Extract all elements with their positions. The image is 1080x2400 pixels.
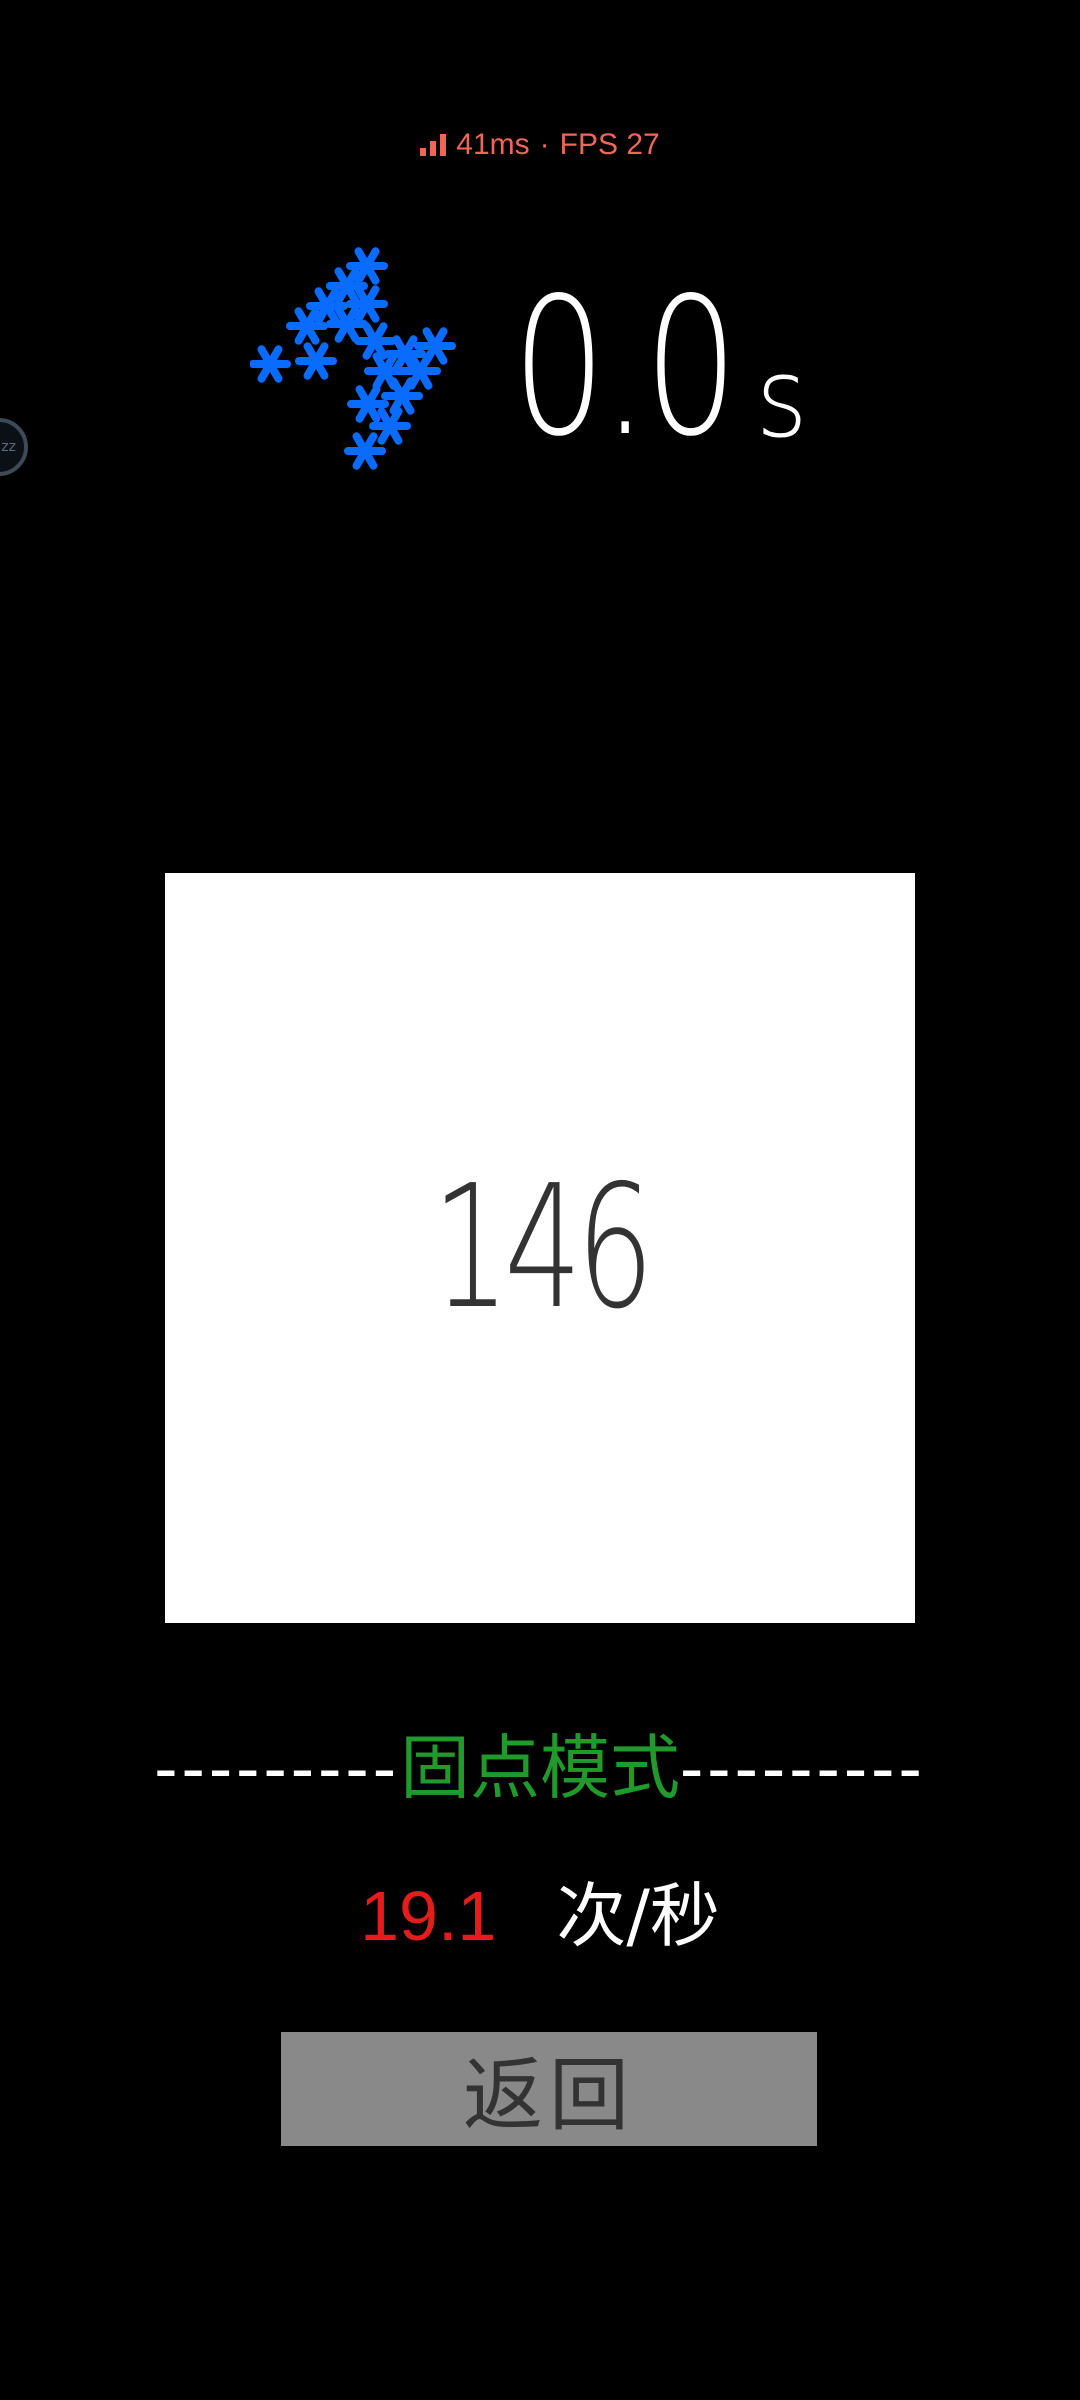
floating-ball-label: zz: [1, 439, 16, 455]
signal-bars-icon: [420, 134, 447, 156]
floating-assistant-ball[interactable]: zz: [0, 418, 28, 476]
elapsed-timer: 0.0 s: [512, 257, 813, 478]
tap-board[interactable]: 146: [165, 873, 915, 1623]
tap-count: 146: [431, 1149, 654, 1347]
mode-dashes-right: ---------: [680, 1729, 926, 1807]
mode-label: 固点模式: [400, 1727, 680, 1809]
fps-text: FPS 27: [559, 128, 660, 161]
timer-value: 0.0: [512, 257, 738, 478]
mode-banner: ---------固点模式---------: [0, 1712, 1080, 1813]
timer-unit: s: [756, 334, 808, 462]
rate-value: 19.1: [360, 1877, 497, 1955]
tap-rate: 19.1 次/秒: [0, 1860, 1080, 1961]
performance-overlay: 41ms · FPS 27: [0, 128, 1080, 162]
mode-dashes-left: ---------: [154, 1729, 400, 1807]
back-button[interactable]: 返回: [281, 2032, 817, 2146]
status-separator: ·: [539, 128, 550, 161]
latency-text: 41ms: [456, 128, 530, 161]
asterisk-cluster-logo: [250, 246, 480, 476]
rate-unit: 次/秒: [556, 1875, 720, 1957]
